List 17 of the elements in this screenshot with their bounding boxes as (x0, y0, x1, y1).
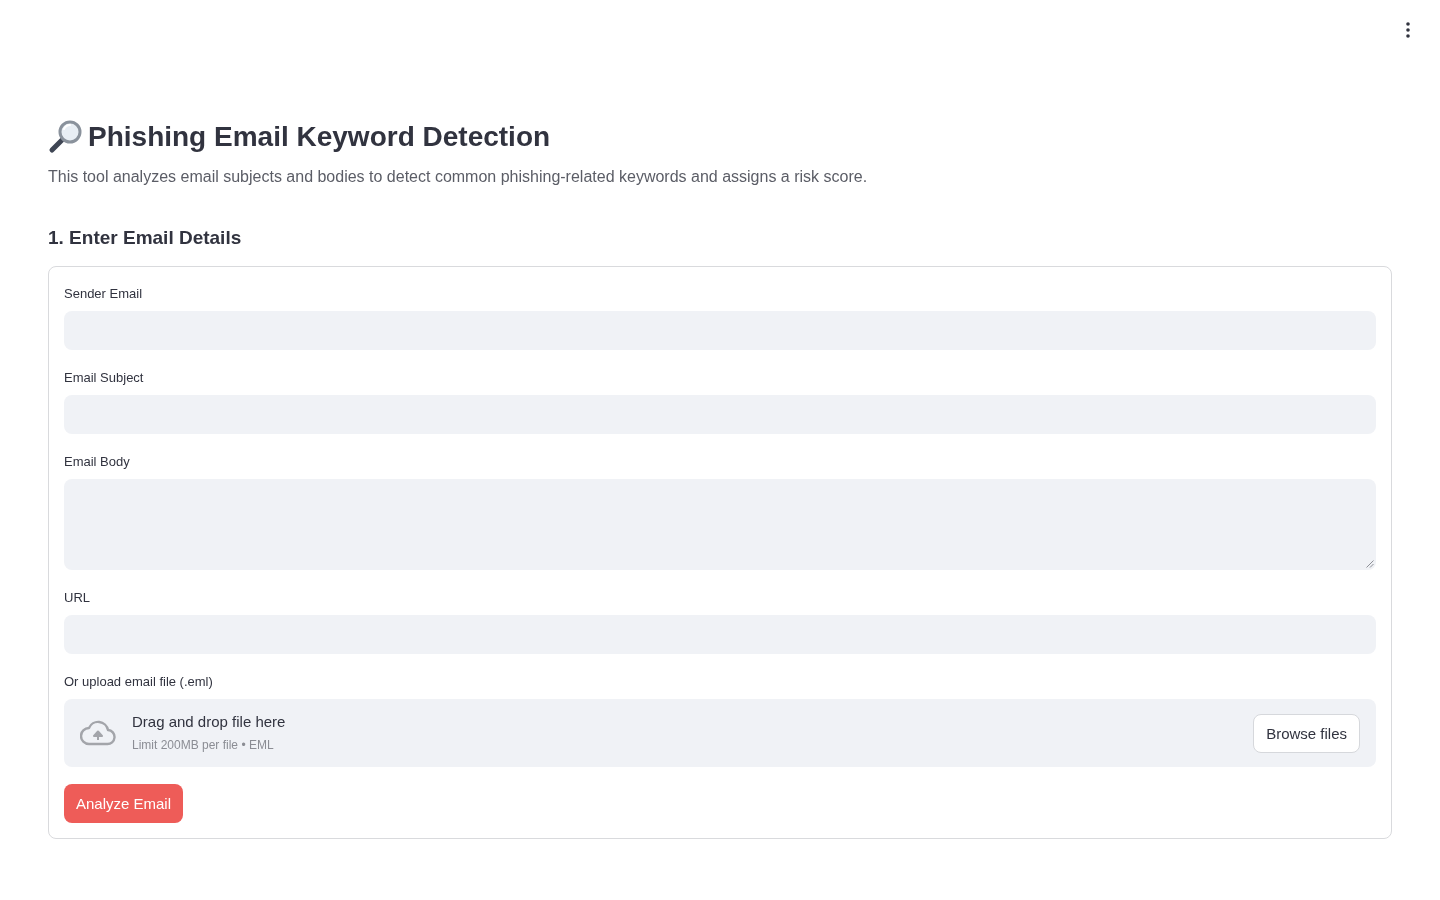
textarea-field[interactable] (64, 479, 1376, 570)
dropzone-prompt: Drag and drop file here (132, 712, 287, 732)
section-heading: 1. Enter Email Details (48, 226, 243, 250)
field-label: Sender Email (64, 285, 144, 303)
field-label: URL (64, 589, 91, 607)
field-label: Email Body (64, 453, 131, 471)
file-limit-note: Limit 200MB per file • EML (132, 737, 275, 754)
cloud-upload-icon (80, 720, 116, 746)
browse-files-button[interactable]: Browse files (1253, 713, 1360, 753)
file-dropzone[interactable]: Drag and drop file here Limit 200MB per file • EML Browse files (64, 699, 1376, 767)
magnifier-icon (48, 120, 82, 154)
field-label: Or upload email file (.eml) (64, 673, 214, 691)
page-description: This tool analyzes email subjects and bodies to detect common phishing-related keywords and assigns a risk score. (48, 167, 869, 187)
resize-grip-icon[interactable] (1366, 560, 1374, 568)
field-label: Email Subject (64, 369, 145, 387)
vertical-dots-icon (1406, 22, 1410, 38)
page-title: Phishing Email Keyword Detection (88, 120, 551, 154)
